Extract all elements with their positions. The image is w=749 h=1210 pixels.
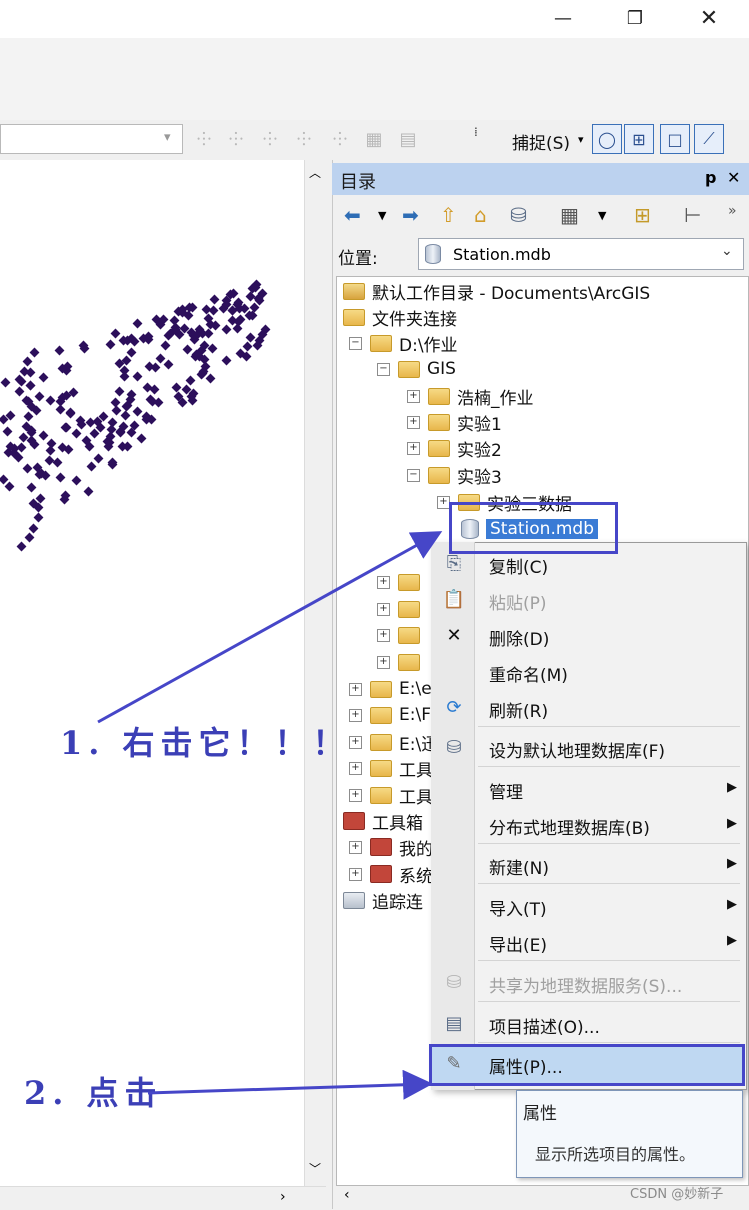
- arrow-to-station: [97, 531, 443, 724]
- arrow-to-properties: [147, 1069, 433, 1100]
- watermark: CSDN @妙新子: [630, 1187, 724, 1202]
- annotation-arrows: [97, 531, 443, 1100]
